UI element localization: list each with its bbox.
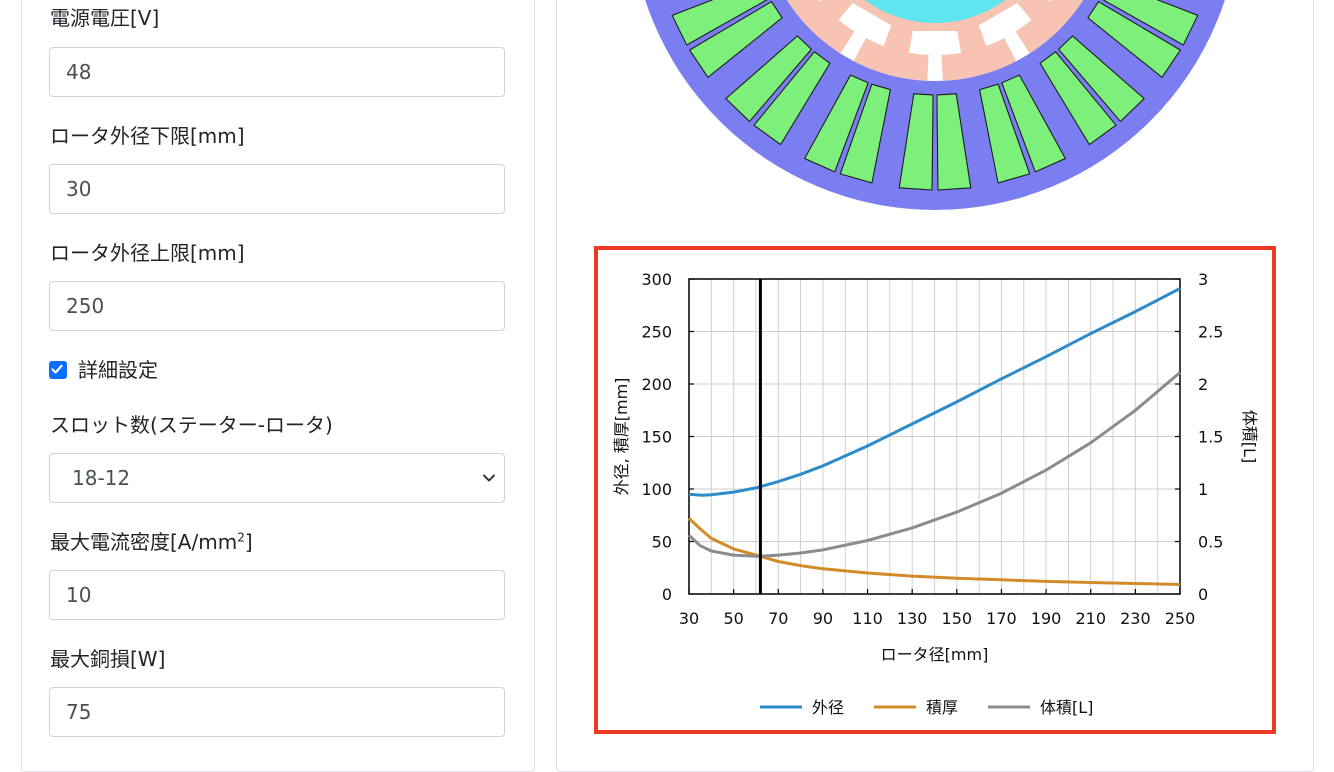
x-tick-label: 250 [1165, 609, 1196, 628]
x-tick-label: 150 [942, 609, 973, 628]
y2-tick-label: 3 [1198, 270, 1208, 289]
legend-label: 体積[L] [1040, 698, 1093, 717]
x-tick-label: 230 [1120, 609, 1151, 628]
y-tick-label: 100 [641, 480, 672, 499]
y-axis-label: 外径, 積厚[mm] [612, 378, 631, 496]
x-tick-label: 130 [897, 609, 928, 628]
y2-tick-label: 2.5 [1198, 323, 1223, 342]
y2-tick-label: 1.5 [1198, 428, 1223, 447]
x-tick-label: 110 [852, 609, 883, 628]
y-tick-label: 150 [641, 428, 672, 447]
y-tick-label: 250 [641, 323, 672, 342]
x-tick-label: 30 [679, 609, 699, 628]
x-axis-label: ロータ径[mm] [881, 645, 989, 664]
y2-tick-label: 0.5 [1198, 533, 1223, 552]
rotor-size-chart: 30 50 70 90 110 130 150 170 190 210 230 25005010015… [612, 270, 1259, 717]
x-tick-label: 70 [768, 609, 788, 628]
x-tick-label: 170 [986, 609, 1017, 628]
legend-label: 積厚 [926, 698, 958, 717]
y2-axis-label: 体積[L] [1240, 410, 1259, 463]
y2-tick-label: 1 [1198, 480, 1208, 499]
y-tick-label: 200 [641, 375, 672, 394]
y-tick-label: 0 [662, 585, 672, 604]
x-tick-label: 50 [723, 609, 743, 628]
y-tick-label: 50 [652, 533, 672, 552]
x-tick-label: 90 [813, 609, 833, 628]
y2-tick-label: 0 [1198, 585, 1208, 604]
x-tick-label: 190 [1031, 609, 1062, 628]
y-tick-label: 300 [641, 270, 672, 289]
y2-tick-label: 2 [1198, 375, 1208, 394]
x-tick-label: 210 [1075, 609, 1106, 628]
legend-label: 外径 [812, 698, 844, 717]
